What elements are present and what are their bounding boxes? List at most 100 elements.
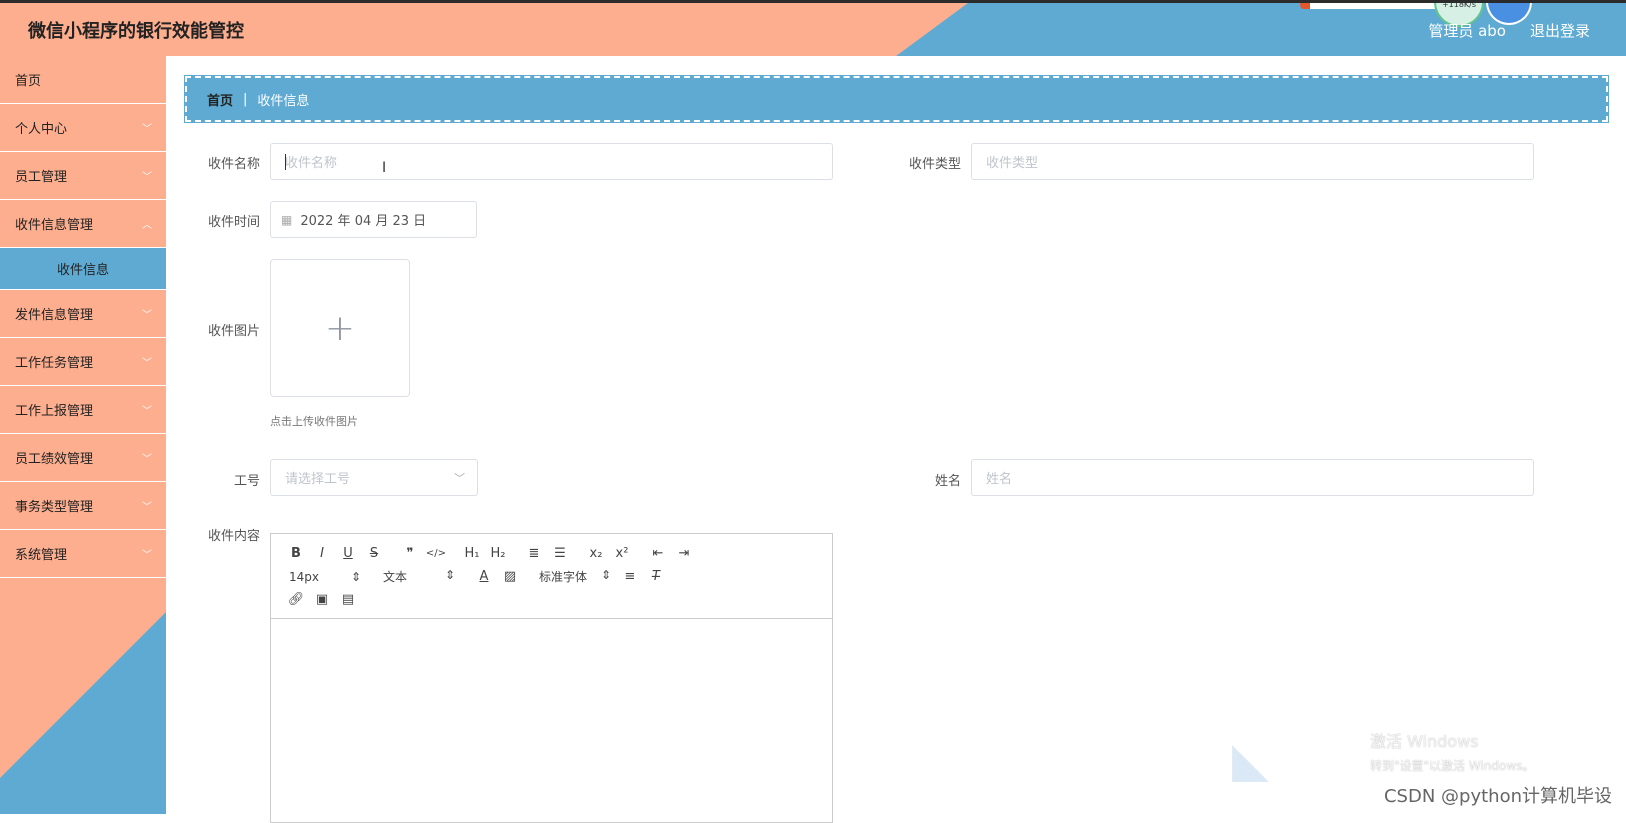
superscript-icon[interactable]: x² xyxy=(609,546,635,561)
sidebar-item-system[interactable]: 系统管理 ﹀ xyxy=(0,530,166,578)
sidebar-item-performance[interactable]: 员工绩效管理 ﹀ xyxy=(0,434,166,482)
underline-icon[interactable]: U xyxy=(335,546,361,561)
toolbar-row: 14px ⇕ 文本 ⇕ A ▨ 标准字体 ⇕ ≡ T̶ xyxy=(283,565,820,588)
name-label: 收件名称 xyxy=(207,157,260,172)
chevron-down-icon: ﹀ xyxy=(142,502,152,513)
sidebar: 首页 个人中心 ﹀ 员工管理 ﹀ 收件信息管理 ︿ 收件信息 发件信息管理 ﹀ 工作任务… xyxy=(0,56,166,814)
chevron-down-icon: ﹀ xyxy=(142,358,152,369)
sidebar-item-staff[interactable]: 员工管理 ﹀ xyxy=(0,152,166,200)
chevron-down-icon: ﹀ xyxy=(142,310,152,321)
clear-format-icon[interactable]: T̶ xyxy=(643,569,669,584)
app-title: 微信小程序的银行效能管控 xyxy=(28,21,244,42)
breadcrumb-separator: | xyxy=(243,91,248,107)
indent-icon[interactable]: ⇥ xyxy=(671,546,697,561)
heading2-icon[interactable]: H₂ xyxy=(485,546,511,561)
admin-label: 管理员 abo xyxy=(1428,22,1506,40)
header-actions: 管理员 abo 退出登录 xyxy=(1428,20,1590,41)
watermark-line1: 激活 Windows xyxy=(1370,732,1479,751)
paragraph-value: 文本 xyxy=(383,570,408,584)
chevron-down-icon: ﹀ xyxy=(142,454,152,465)
sidebar-item-tasks[interactable]: 工作任务管理 ﹀ xyxy=(0,338,166,386)
staff-name-placeholder: 姓名 xyxy=(986,472,1013,487)
sidebar-item-label: 员工绩效管理 xyxy=(15,452,94,467)
sidebar-menu: 首页 个人中心 ﹀ 员工管理 ﹀ 收件信息管理 ︿ 收件信息 发件信息管理 ﹀ 工作任务… xyxy=(0,56,166,578)
sidebar-item-label: 个人中心 xyxy=(15,122,68,137)
job-no-label: 工号 xyxy=(233,474,260,489)
sidebar-item-home[interactable]: 首页 xyxy=(0,56,166,104)
font-size-value: 14px xyxy=(289,569,319,584)
csdn-watermark: CSDN @python计算机毕设 xyxy=(1383,786,1612,807)
windows-activation-watermark: 激活 Windows 转到"设置"以激活 Windows。 xyxy=(1370,730,1534,778)
sidebar-item-label: 系统管理 xyxy=(15,548,68,563)
align-icon[interactable]: ≡ xyxy=(617,569,643,584)
sidebar-item-reports[interactable]: 工作上报管理 ﹀ xyxy=(0,386,166,434)
time-date-picker[interactable]: ▦ 2022 年 04 月 23 日 xyxy=(270,201,477,238)
font-size-select[interactable]: 14px ⇕ xyxy=(283,570,367,584)
link-icon[interactable]: 🔗︎ xyxy=(283,592,309,607)
image-upload-button[interactable]: + xyxy=(270,259,410,397)
sidebar-item-label: 工作上报管理 xyxy=(15,404,94,419)
name-input[interactable]: 收件名称 xyxy=(270,143,833,180)
heading1-icon[interactable]: H₁ xyxy=(459,546,485,561)
code-icon[interactable]: </> xyxy=(423,548,449,559)
blockquote-icon[interactable]: ❞ xyxy=(397,546,423,561)
strikethrough-icon[interactable]: S xyxy=(361,546,387,561)
widget-bar xyxy=(1300,3,1440,9)
type-input[interactable]: 收件类型 xyxy=(971,143,1534,180)
updown-icon: ⇕ xyxy=(444,568,455,582)
logout-button[interactable]: 退出登录 xyxy=(1530,20,1590,41)
image-label: 收件图片 xyxy=(207,324,260,339)
chevron-down-icon: ﹀ xyxy=(454,472,465,485)
updown-icon: ⇕ xyxy=(350,569,361,584)
sidebar-item-label: 员工管理 xyxy=(15,170,68,185)
sidebar-item-label: 发件信息管理 xyxy=(15,308,94,323)
staff-name-label: 姓名 xyxy=(934,474,961,489)
sidebar-item-personal-center[interactable]: 个人中心 ﹀ xyxy=(0,104,166,152)
image-icon[interactable]: ▣ xyxy=(309,592,335,607)
name-placeholder: 收件名称 xyxy=(285,156,338,171)
calendar-icon: ▦ xyxy=(281,212,293,227)
text-caret xyxy=(285,154,286,170)
watermark-line2: 转到"设置"以激活 Windows。 xyxy=(1370,759,1535,773)
bullet-list-icon[interactable]: ☰ xyxy=(547,546,573,561)
sidebar-item-affair-types[interactable]: 事务类型管理 ﹀ xyxy=(0,482,166,530)
chevron-down-icon: ﹀ xyxy=(142,550,152,561)
video-icon[interactable]: ▤ xyxy=(335,592,361,607)
image-upload-hint: 点击上传收件图片 xyxy=(270,415,358,428)
font-family-value: 标准字体 xyxy=(539,570,588,584)
plus-icon: + xyxy=(324,307,356,349)
type-label: 收件类型 xyxy=(908,157,961,172)
chevron-up-icon: ︿ xyxy=(142,220,152,231)
editor-body[interactable] xyxy=(271,619,832,819)
toolbar-row: 🔗︎ ▣ ▤ xyxy=(283,588,820,611)
outdent-icon[interactable]: ⇤ xyxy=(645,546,671,561)
sidebar-item-outbound-mail[interactable]: 发件信息管理 ﹀ xyxy=(0,290,166,338)
paragraph-select[interactable]: 文本 ⇕ xyxy=(377,568,461,585)
sidebar-item-inbound-mail[interactable]: 收件信息管理 ︿ xyxy=(0,200,166,248)
staff-name-input[interactable]: 姓名 xyxy=(971,459,1534,496)
editor-toolbar: B I U S ❞ </> H₁ H₂ ≣ ☰ x₂ x² ⇤ ⇥ 14px ⇕ … xyxy=(271,534,832,619)
bold-icon[interactable]: B xyxy=(283,546,309,561)
updown-icon: ⇕ xyxy=(600,568,611,582)
sidebar-subitem-inbound-info[interactable]: 收件信息 xyxy=(0,248,166,290)
type-placeholder: 收件类型 xyxy=(986,156,1039,171)
ordered-list-icon[interactable]: ≣ xyxy=(521,546,547,561)
job-no-placeholder: 请选择工号 xyxy=(285,472,351,487)
chevron-down-icon: ﹀ xyxy=(142,124,152,135)
time-label: 收件时间 xyxy=(207,215,260,230)
subscript-icon[interactable]: x₂ xyxy=(583,546,609,561)
sidebar-item-label: 工作任务管理 xyxy=(15,356,94,371)
chevron-down-icon: ﹀ xyxy=(142,406,152,417)
top-header: 微信小程序的银行效能管控 +118K/s 管理员 abo 退出登录 xyxy=(0,0,1626,56)
text-cursor-icon: I xyxy=(382,160,387,176)
breadcrumb-current: 收件信息 xyxy=(257,93,310,109)
background-color-icon[interactable]: ▨ xyxy=(497,569,523,584)
sidebar-item-label: 首页 xyxy=(15,74,42,89)
breadcrumb-home[interactable]: 首页 xyxy=(207,90,233,109)
job-no-select[interactable]: 请选择工号 ﹀ xyxy=(270,459,478,496)
font-family-select[interactable]: 标准字体 ⇕ xyxy=(533,568,617,585)
italic-icon[interactable]: I xyxy=(309,546,335,561)
font-color-icon[interactable]: A xyxy=(471,569,497,584)
toolbar-row: B I U S ❞ </> H₁ H₂ ≣ ☰ x₂ x² ⇤ ⇥ xyxy=(283,542,820,565)
time-value: 2022 年 04 月 23 日 xyxy=(300,214,427,229)
